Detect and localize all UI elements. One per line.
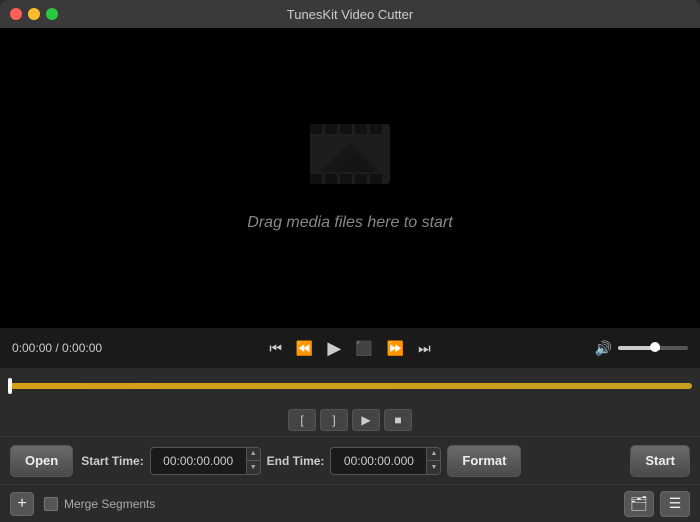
merge-label-area: Merge Segments [44,497,624,511]
frame-fwd-button[interactable]: ⏩ [383,338,408,359]
segment-mark-out-button[interactable]: ] [320,409,348,431]
open-button[interactable]: Open [10,445,73,477]
format-button[interactable]: Format [447,445,521,477]
stop-button[interactable]: ⬛ [351,338,376,359]
end-time-input[interactable] [331,454,426,468]
film-strip-icon [305,124,395,204]
close-button[interactable] [10,8,22,20]
playback-controls: ⏮ ⏪ ▶ ⬛ ⏩ ⏭ [122,336,578,361]
time-fields: Start Time: ▲ ▼ End Time: ▲ ▼ Format [81,445,622,477]
end-time-label: End Time: [267,454,325,468]
start-time-spinner[interactable]: ▲ ▼ [246,447,260,475]
list-icon-button[interactable]: ☰ [660,491,690,517]
start-time-down[interactable]: ▼ [247,461,260,475]
drag-text: Drag media files here to start [247,214,452,232]
video-drop-area[interactable]: Drag media files here to start [0,28,700,328]
end-time-input-group[interactable]: ▲ ▼ [330,447,441,475]
folder-icon-button[interactable]: 🗂 [624,491,654,517]
start-time-input[interactable] [151,454,246,468]
maximize-button[interactable] [46,8,58,20]
end-time-up[interactable]: ▲ [427,447,440,462]
frame-back-button[interactable]: ⏪ [292,338,317,359]
start-time-label: Start Time: [81,454,143,468]
bottom-controls: Open Start Time: ▲ ▼ End Time: ▲ ▼ Forma… [0,436,700,484]
timeline-progress [8,383,692,389]
title-bar: TunesKit Video Cutter [0,0,700,28]
segment-controls: [ ] ▶ ■ [0,404,700,436]
window-controls [10,8,58,20]
footer-bar: + Merge Segments 🗂 ☰ [0,484,700,522]
volume-area: 🔊 [578,340,688,357]
add-segment-button[interactable]: + [10,492,34,516]
timeline-track[interactable] [8,383,692,389]
segment-play-button[interactable]: ▶ [352,409,380,431]
minimize-button[interactable] [28,8,40,20]
footer-icons: 🗂 ☰ [624,491,690,517]
folder-icon: 🗂 [630,495,648,512]
end-time-down[interactable]: ▼ [427,461,440,475]
time-display: 0:00:00 / 0:00:00 [12,341,122,355]
timeline-area[interactable] [0,368,700,404]
volume-thumb [650,342,660,352]
volume-slider[interactable] [618,346,688,350]
merge-text: Merge Segments [64,497,155,511]
list-icon: ☰ [669,495,682,512]
controls-bar: 0:00:00 / 0:00:00 ⏮ ⏪ ▶ ⬛ ⏩ ⏭ 🔊 [0,328,700,368]
merge-checkbox[interactable] [44,497,58,511]
segment-stop-button[interactable]: ■ [384,409,412,431]
step-fwd-button[interactable]: ⏭ [414,338,435,359]
timeline-handle[interactable] [8,378,12,394]
start-time-up[interactable]: ▲ [247,447,260,462]
end-time-spinner[interactable]: ▲ ▼ [426,447,440,475]
app-title: TunesKit Video Cutter [287,7,413,22]
play-button[interactable]: ▶ [323,336,345,361]
segment-mark-in-button[interactable]: [ [288,409,316,431]
step-back-button[interactable]: ⏮ [265,338,286,359]
start-time-input-group[interactable]: ▲ ▼ [150,447,261,475]
film-placeholder: Drag media files here to start [247,124,452,232]
start-button[interactable]: Start [630,445,690,477]
volume-icon: 🔊 [595,340,612,357]
